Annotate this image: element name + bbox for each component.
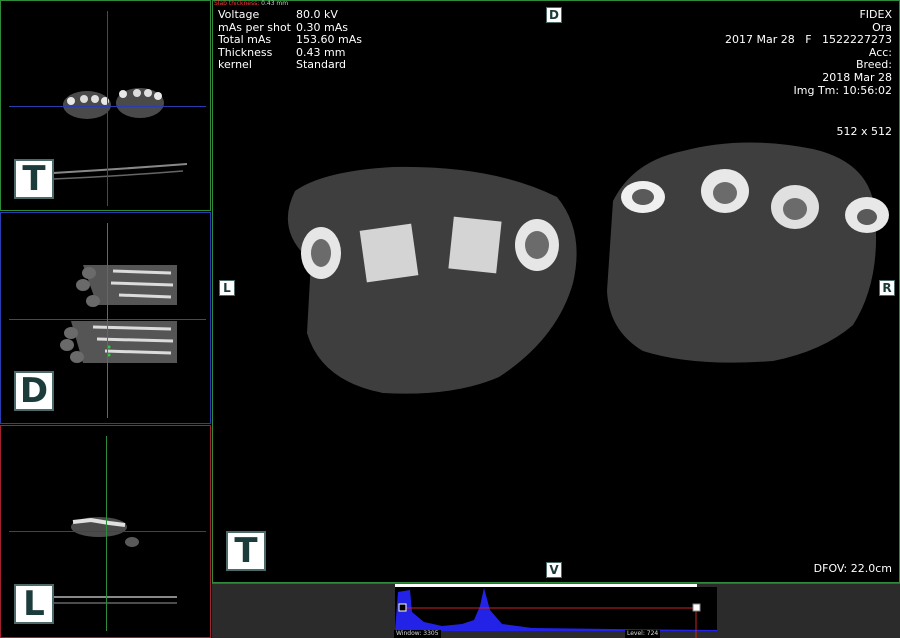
dorsal-crosshair-vertical[interactable]: [107, 223, 108, 418]
main-orientation-left: L: [219, 280, 235, 296]
histogram-chart[interactable]: [212, 584, 900, 638]
main-orientation-top: D: [546, 7, 562, 23]
institution: FIDEX: [859, 8, 892, 21]
axial-orientation-marker: T: [14, 159, 54, 199]
image-time: Img Tm: 10:56:02: [793, 83, 892, 97]
study-line: 2017 Mar 28 F 1522227273: [724, 33, 892, 47]
param-row: kernel Standard: [218, 58, 347, 72]
dorsal-orientation-marker: D: [14, 371, 54, 411]
dfov-label: DFOV: 22.0cm: [813, 562, 892, 575]
param-row: Voltage 80.0 kV: [218, 8, 338, 21]
patient-info: FIDEX Ora 2017 Mar 28 F 1522227273 Acc: …: [724, 8, 892, 97]
main-orientation-right: R: [879, 280, 895, 296]
param-row: Total mAs 153.60 mAs: [218, 33, 362, 47]
scan-parameters: Voltage 80.0 kV mAs per shot 0.30 mAs Tota…: [218, 8, 362, 72]
slab-thickness-label: Slab thickness: 0.43 mm: [214, 0, 289, 7]
lateral-thumbnail-view[interactable]: L: [0, 425, 211, 638]
main-orientation-marker: T: [226, 531, 266, 571]
histogram-bar[interactable]: [212, 583, 900, 638]
main-orientation-bottom: V: [546, 562, 562, 578]
lateral-crosshair-horizontal[interactable]: [9, 531, 206, 532]
level-value: Level: 724: [625, 630, 661, 638]
window-value: Window: 3305: [394, 630, 441, 638]
lateral-orientation-marker: L: [14, 584, 54, 624]
matrix-size: 512 x 512: [836, 125, 893, 138]
study-date: 2018 Mar 28: [822, 70, 892, 84]
dorsal-thumbnail-view[interactable]: D: [0, 212, 211, 424]
axial-crosshair-vertical[interactable]: [107, 11, 108, 206]
axial-thumbnail-view[interactable]: T: [0, 0, 211, 211]
lateral-crosshair-vertical[interactable]: [106, 436, 107, 631]
